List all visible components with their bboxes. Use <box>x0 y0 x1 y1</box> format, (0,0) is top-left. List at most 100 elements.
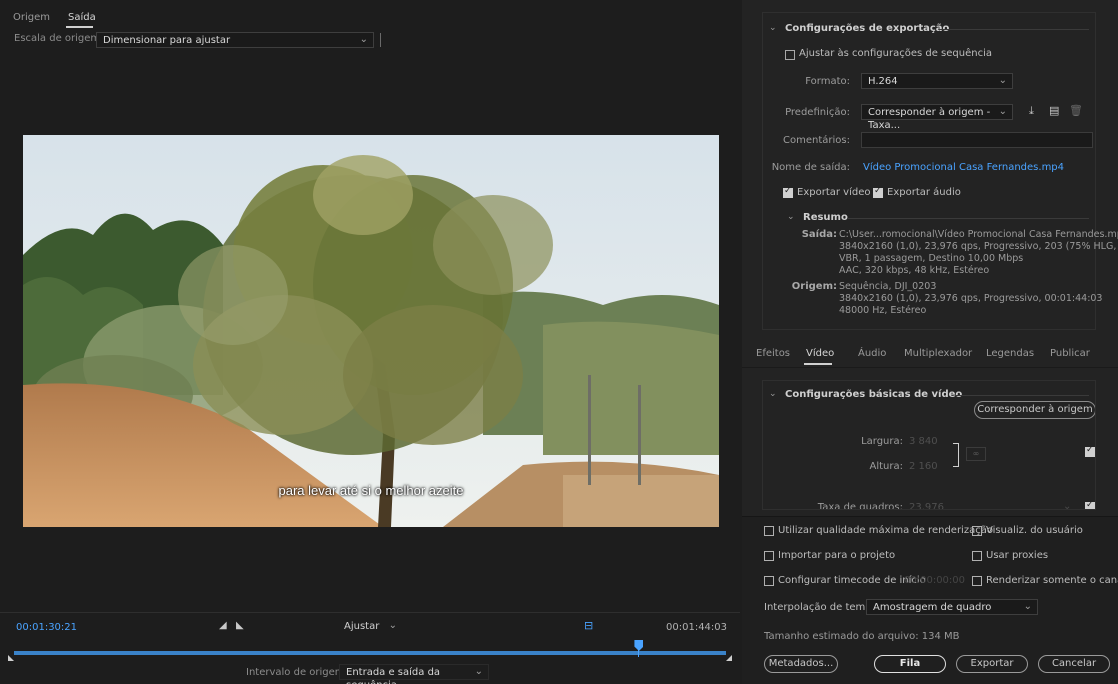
start-timecode-value[interactable]: 00:00:00:00 <box>904 575 965 586</box>
export-audio-checkbox[interactable] <box>873 186 883 198</box>
settings-tabs: Efeitos Vídeo Áudio Multiplexador Legend… <box>742 342 1118 368</box>
end-timecode: 00:01:44:03 <box>666 622 728 633</box>
collapse-chevron-icon[interactable]: ⌄ <box>769 389 777 399</box>
zoom-fit-dropdown[interactable]: Ajustar ⌄ <box>339 620 403 636</box>
summary-source-line: 3840x2160 (1,0), 23,976 qps, Progressivo… <box>839 293 1103 304</box>
summary-source-line: Sequência, DJI_0203 <box>839 281 937 292</box>
trash-icon[interactable]: 🗑 <box>1069 104 1083 117</box>
save-preset-icon[interactable]: ⤓ <box>1029 104 1034 118</box>
output-name-label: Nome de saída: <box>771 162 850 173</box>
comments-label: Comentários: <box>783 135 850 146</box>
export-video-checkbox[interactable] <box>783 186 793 198</box>
cancel-button[interactable]: Cancelar <box>1038 655 1110 673</box>
user-preview-checkbox[interactable] <box>972 526 982 536</box>
export-video-label: Exportar vídeo <box>797 187 871 198</box>
import-preset-icon[interactable]: ▤ <box>1049 104 1059 117</box>
source-range-dropdown[interactable]: Entrada e saída da sequência ⌄ <box>339 664 489 684</box>
section-rule <box>939 29 1089 30</box>
use-proxies-label: Usar proxies <box>986 550 1049 561</box>
mark-in-icon[interactable]: ◢ <box>219 620 227 631</box>
alpha-only-checkbox[interactable] <box>972 576 982 586</box>
tab-audio[interactable]: Áudio <box>858 348 886 359</box>
chevron-down-icon: ⌄ <box>474 666 483 677</box>
max-quality-label: Utilizar qualidade máxima de renderizaçã… <box>778 525 993 536</box>
source-scale-label: Escala de origem: <box>14 33 104 44</box>
comments-input[interactable] <box>861 132 1093 148</box>
width-label: Largura: <box>861 436 903 447</box>
chevron-down-icon: ⌄ <box>1023 601 1032 612</box>
zoom-fit-value: Ajustar <box>344 621 380 632</box>
output-name-link[interactable]: Vídeo Promocional Casa Fernandes.mp4 <box>863 162 1064 173</box>
export-button[interactable]: Exportar <box>956 655 1028 673</box>
export-settings-section: ⌄ Configurações de exportação Ajustar às… <box>762 12 1118 330</box>
alpha-only-label: Renderizar somente o canal alfa <box>986 575 1118 586</box>
section-rule <box>955 395 1089 396</box>
chevron-down-icon: ⌄ <box>359 34 368 45</box>
width-value[interactable]: 3 840 <box>909 436 938 447</box>
height-value[interactable]: 2 160 <box>909 461 938 472</box>
aspect-bracket <box>953 443 959 467</box>
width-height-checkbox[interactable] <box>1085 445 1095 457</box>
tab-multiplexer[interactable]: Multiplexador <box>904 348 972 359</box>
tab-effects[interactable]: Efeitos <box>756 348 790 359</box>
queue-button[interactable]: Fila <box>874 655 946 673</box>
source-scale-dropdown[interactable]: Dimensionar para ajustar ⌄ <box>96 32 374 48</box>
summary-title: Resumo <box>803 212 848 223</box>
collapse-chevron-icon[interactable]: ⌄ <box>769 23 777 33</box>
active-tab-indicator <box>804 363 832 365</box>
preset-label: Predefinição: <box>785 107 850 118</box>
summary-chevron-icon[interactable]: ⌄ <box>787 212 795 222</box>
chain-link-icon[interactable]: ∞ <box>966 447 986 461</box>
video-frame-image <box>23 135 719 527</box>
summary-output-line: VBR, 1 passagem, Destino 10,00 Mbps <box>839 253 1024 264</box>
export-audio-label: Exportar áudio <box>887 187 961 198</box>
aspect-crop-icon[interactable]: ⊟ <box>584 619 596 633</box>
match-sequence-checkbox[interactable] <box>785 50 795 60</box>
start-timecode-checkbox[interactable] <box>764 576 774 586</box>
metadata-button[interactable]: Metadados... <box>764 655 838 673</box>
source-output-tabs: Origem Saída <box>0 6 740 30</box>
mark-out-icon[interactable]: ◣ <box>236 620 244 631</box>
out-point-handle[interactable] <box>726 655 732 661</box>
export-options: Utilizar qualidade máxima de renderizaçã… <box>742 516 1118 684</box>
format-dropdown[interactable]: H.264 ⌄ <box>861 73 1013 89</box>
source-range-row: Intervalo de origem: Entrada e saída da … <box>0 664 740 684</box>
section-rule <box>847 218 1089 219</box>
timeline-track[interactable] <box>14 651 726 655</box>
summary-output-line: C:\User...romocional\Vídeo Promocional C… <box>839 229 1118 240</box>
chevron-down-icon: ⌄ <box>998 75 1007 86</box>
summary-source-line: 48000 Hz, Estéreo <box>839 305 927 316</box>
height-label: Altura: <box>869 461 904 472</box>
in-point-handle[interactable] <box>8 655 14 661</box>
import-project-checkbox[interactable] <box>764 551 774 561</box>
summary-output-line: AAC, 320 kbps, 48 kHz, Estéreo <box>839 265 990 276</box>
current-timecode[interactable]: 00:01:30:21 <box>16 622 77 633</box>
tab-captions[interactable]: Legendas <box>986 348 1034 359</box>
source-scale-row: Escala de origem: Dimensionar para ajust… <box>0 32 740 48</box>
time-interpolation-dropdown[interactable]: Amostragem de quadro ⌄ <box>866 599 1038 615</box>
chevron-down-icon: ⌄ <box>388 620 397 631</box>
file-size-estimate: Tamanho estimado do arquivo: 134 MB <box>764 631 960 642</box>
video-preview[interactable]: para levar até si o melhor azeite <box>23 135 719 527</box>
summary-output-line: 3840x2160 (1,0), 23,976 qps, Progressivo… <box>839 241 1118 252</box>
framerate-value[interactable]: 23,976 <box>909 502 944 509</box>
source-range-value: Entrada e saída da sequência <box>346 667 441 684</box>
use-proxies-checkbox[interactable] <box>972 551 982 561</box>
active-tab-indicator <box>66 26 93 28</box>
framerate-label: Taxa de quadros: <box>817 502 903 510</box>
tab-output[interactable]: Saída <box>68 12 96 23</box>
chevron-down-icon: ⌄ <box>998 106 1007 117</box>
max-quality-checkbox[interactable] <box>764 526 774 536</box>
video-subtitle: para levar até si o melhor azeite <box>278 483 464 498</box>
user-preview-label: Visualiz. do usuário <box>986 525 1083 536</box>
playhead-line <box>638 649 640 657</box>
tab-video[interactable]: Vídeo <box>806 348 834 359</box>
preset-dropdown[interactable]: Corresponder à origem - Taxa... ⌄ <box>861 104 1013 131</box>
tab-source[interactable]: Origem <box>13 12 50 23</box>
summary-source-key: Origem: <box>791 281 837 292</box>
preset-value: Corresponder à origem - Taxa... <box>868 107 991 131</box>
match-source-button[interactable]: Corresponder à origem <box>974 401 1095 419</box>
timeline-separator <box>0 612 740 613</box>
tab-publish[interactable]: Publicar <box>1050 348 1090 359</box>
framerate-checkbox[interactable] <box>1085 500 1095 509</box>
